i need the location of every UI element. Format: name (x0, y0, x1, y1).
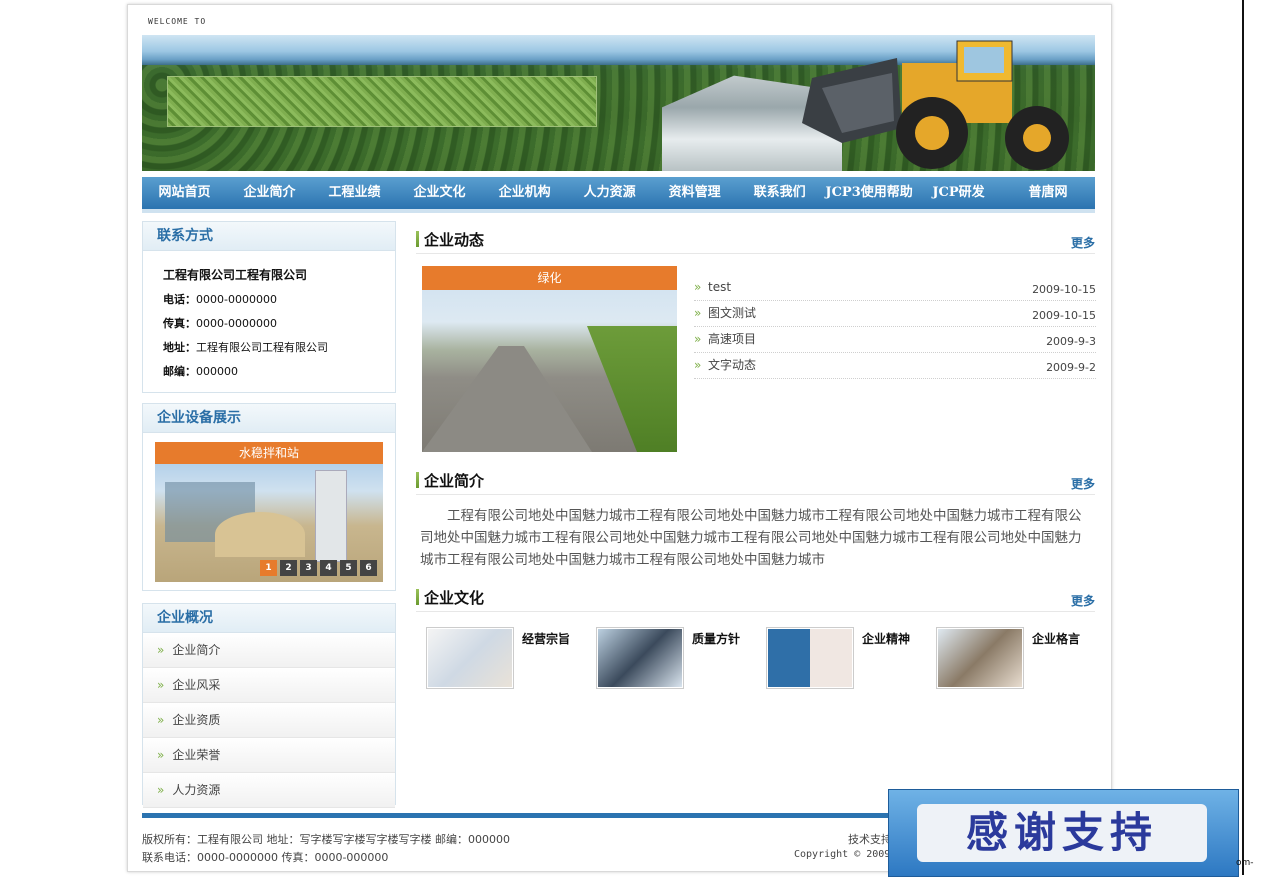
footer-copyright: 版权所有：工程有限公司 地址：写字楼写字楼写字楼写字楼 邮编：000000 (142, 833, 510, 846)
double-arrow-icon: » (694, 280, 702, 294)
overview-item[interactable]: » 企业资质 (143, 703, 395, 738)
footer-copyright-en: Copyright © 2009 (794, 849, 891, 860)
title-bar-icon (416, 589, 419, 605)
contact-fax: 传真：0000-0000000 (163, 317, 277, 330)
contact-postcode: 邮编：000000 (163, 365, 238, 378)
equipment-box: 企业设备展示 水稳拌和站 1 2 3 4 5 6 (142, 403, 396, 591)
culture-cards: 经营宗旨 质量方针 企业精神 企业格言 (426, 627, 1106, 689)
news-item[interactable]: » 文字动态 2009-9-2 (694, 353, 1096, 379)
about-more-link[interactable]: 更多 (1071, 475, 1095, 492)
culture-card-label: 企业格言 (1032, 632, 1081, 646)
road-image (422, 346, 592, 452)
about-text: 工程有限公司地处中国魅力城市工程有限公司地处中国魅力城市工程有限公司地处中国魅力… (420, 508, 1082, 568)
news-item[interactable]: » 高速项目 2009-9-3 (694, 327, 1096, 353)
footer-tech-support: 技术支持 (848, 833, 892, 846)
culture-section: 企业文化 更多 经营宗旨 质量方针 企业精神 企业格言 (416, 585, 1095, 705)
equipment-title: 企业设备展示 (143, 404, 395, 433)
culture-card[interactable]: 企业精神 (766, 627, 936, 689)
nav-jcp3-help[interactable]: JCP3使用帮助 (822, 177, 916, 209)
about-header: 企业简介 更多 (416, 468, 1095, 495)
slide-page-button[interactable]: 6 (360, 560, 377, 576)
news-item[interactable]: » 图文测试 2009-10-15 (694, 301, 1096, 327)
loader-image (802, 40, 1069, 170)
double-arrow-icon: » (157, 748, 165, 762)
culture-more-link[interactable]: 更多 (1071, 592, 1095, 609)
title-bar-icon (416, 231, 419, 247)
footer-contact: 联系电话：0000-0000000 传真：0000-000000 (142, 851, 389, 864)
sand-pile-image (215, 512, 305, 557)
double-arrow-icon: » (157, 713, 165, 727)
news-more-link[interactable]: 更多 (1071, 234, 1095, 251)
double-arrow-icon: » (157, 678, 165, 692)
grass-image (587, 326, 677, 452)
main-nav: 网站首页 企业简介 工程业绩 企业文化 企业机构 人力资源 资料管理 联系我们 … (142, 177, 1095, 213)
culture-card[interactable]: 经营宗旨 (426, 627, 596, 689)
welcome-text: WELCOME TO (148, 17, 207, 26)
overview-item[interactable]: » 企业风采 (143, 668, 395, 703)
thanks-overlay: 感谢支持 (888, 789, 1239, 877)
contact-title: 联系方式 (143, 222, 395, 251)
news-header: 企业动态 更多 (416, 227, 1095, 254)
news-item[interactable]: » test 2009-10-15 (694, 275, 1096, 301)
slide-page-button[interactable]: 3 (300, 560, 317, 576)
double-arrow-icon: » (694, 306, 702, 320)
nav-organization[interactable]: 企业机构 (482, 177, 567, 209)
window-edge (1242, 0, 1244, 875)
contact-address: 地址：工程有限公司工程有限公司 (163, 341, 328, 354)
nav-profile[interactable]: 企业简介 (227, 177, 312, 209)
slide-page-button[interactable]: 2 (280, 560, 297, 576)
news-list: » test 2009-10-15 » 图文测试 2009-10-15 » 高速项目 200… (694, 275, 1096, 379)
about-section: 企业简介 更多 工程有限公司地处中国魅力城市工程有限公司地处中国魅力城市工程有限… (416, 468, 1095, 578)
silo-image (315, 470, 347, 562)
culture-thumb (936, 627, 1024, 689)
contact-box: 联系方式 工程有限公司工程有限公司 电话：0000-0000000 传真：000… (142, 221, 396, 393)
news-section: 企业动态 更多 绿化 » test 2009-10-15 » 图文测试 2009-10-… (416, 227, 1096, 457)
news-title: 企业动态 (424, 231, 485, 249)
slide-pager: 1 2 3 4 5 6 (260, 560, 377, 576)
header-banner (142, 35, 1095, 171)
contact-phone: 电话：0000-0000000 (163, 293, 277, 306)
culture-card-label: 经营宗旨 (522, 632, 571, 646)
thanks-text: 感谢支持 (917, 804, 1207, 862)
culture-card[interactable]: 质量方针 (596, 627, 766, 689)
nav-jcp-dev[interactable]: JCP研发 (916, 177, 1001, 209)
nav-putang[interactable]: 普唐网 (1001, 177, 1095, 209)
overview-title: 企业概况 (143, 604, 395, 633)
double-arrow-icon: » (157, 643, 165, 657)
culture-title: 企业文化 (424, 589, 485, 607)
corner-text: om- (1236, 858, 1254, 868)
news-photo[interactable]: 绿化 (422, 266, 677, 452)
slide-caption: 水稳拌和站 (155, 442, 383, 464)
culture-thumb (766, 627, 854, 689)
news-photo-caption: 绿化 (422, 266, 677, 290)
culture-thumb (426, 627, 514, 689)
overview-item[interactable]: » 企业荣誉 (143, 738, 395, 773)
culture-thumb (596, 627, 684, 689)
contact-company: 工程有限公司工程有限公司 (163, 268, 308, 282)
overview-item[interactable]: » 人力资源 (143, 773, 395, 808)
nav-hr[interactable]: 人力资源 (567, 177, 652, 209)
nav-culture[interactable]: 企业文化 (397, 177, 482, 209)
culture-card-label: 质量方针 (692, 632, 741, 646)
slide-page-button[interactable]: 5 (340, 560, 357, 576)
double-arrow-icon: » (694, 332, 702, 346)
banner-logo-area (167, 76, 597, 127)
nav-contact[interactable]: 联系我们 (737, 177, 822, 209)
nav-home[interactable]: 网站首页 (142, 177, 227, 209)
nav-projects[interactable]: 工程业绩 (312, 177, 397, 209)
culture-header: 企业文化 更多 (416, 585, 1095, 612)
overview-item[interactable]: » 企业简介 (143, 633, 395, 668)
page-container: WELCOME TO 网站首页 企业简介 工程业绩 企业文化 企业机构 人力资源… (127, 4, 1112, 872)
culture-card[interactable]: 企业格言 (936, 627, 1106, 689)
slide-page-button[interactable]: 4 (320, 560, 337, 576)
double-arrow-icon: » (694, 358, 702, 372)
culture-card-label: 企业精神 (862, 632, 911, 646)
equipment-slideshow[interactable]: 水稳拌和站 1 2 3 4 5 6 (155, 442, 383, 582)
about-title: 企业简介 (424, 472, 485, 490)
nav-documents[interactable]: 资料管理 (652, 177, 737, 209)
overview-box: 企业概况 » 企业简介 » 企业风采 » 企业资质 » 企业荣誉 » 人力资源 (142, 603, 396, 808)
title-bar-icon (416, 472, 419, 488)
slide-page-button[interactable]: 1 (260, 560, 277, 576)
double-arrow-icon: » (157, 783, 165, 797)
